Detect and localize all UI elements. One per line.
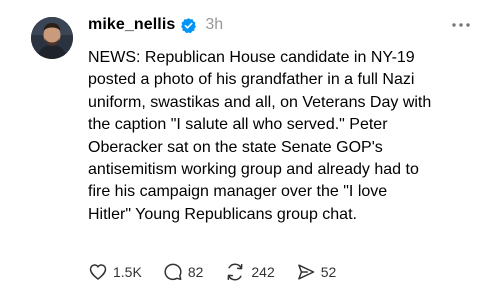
verified-badge-icon bbox=[180, 17, 197, 34]
more-dots-icon[interactable] bbox=[450, 17, 472, 33]
like-button[interactable]: 1.5K bbox=[88, 262, 142, 282]
avatar-image bbox=[31, 17, 73, 59]
post-timestamp[interactable]: 3h bbox=[205, 16, 223, 34]
repost-count: 242 bbox=[251, 264, 275, 280]
like-count: 1.5K bbox=[113, 264, 142, 280]
post-actions: 1.5K 82 242 52 bbox=[88, 262, 357, 282]
heart-icon bbox=[88, 262, 108, 282]
reply-button[interactable]: 82 bbox=[163, 262, 204, 282]
send-icon bbox=[296, 262, 316, 282]
username[interactable]: mike_nellis bbox=[88, 16, 175, 34]
share-button[interactable]: 52 bbox=[296, 262, 337, 282]
repost-arrows-icon bbox=[224, 262, 246, 282]
post-card: mike_nellis 3h NEWS: Republican House ca… bbox=[0, 0, 501, 290]
post-header: mike_nellis 3h bbox=[88, 14, 223, 36]
share-count: 52 bbox=[320, 264, 337, 280]
post-body: NEWS: Republican House candidate in NY-1… bbox=[88, 49, 432, 223]
speech-bubble-icon bbox=[163, 262, 183, 282]
avatar[interactable] bbox=[31, 17, 73, 59]
reply-count: 82 bbox=[187, 264, 204, 280]
repost-button[interactable]: 242 bbox=[224, 262, 275, 282]
